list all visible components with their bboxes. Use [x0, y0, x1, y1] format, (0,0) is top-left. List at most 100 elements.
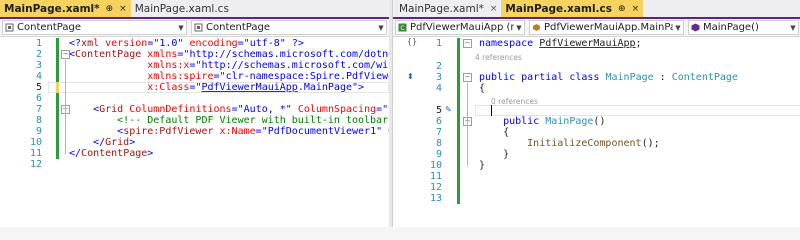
code-token: version: [99, 38, 148, 49]
type-dropdown[interactable]: PdfViewerMauiApp.MainPage ▼: [529, 20, 684, 35]
code-token: ContentPage: [75, 49, 142, 60]
code-token: ?>: [285, 38, 304, 49]
right-navigation-bar: C PdfViewerMauiApp (net7.0-windo ▼ PdfVi…: [393, 19, 800, 37]
left-editor-pane: MainPage.xaml* ⊕ × MainPage.xaml.cs Cont…: [0, 0, 390, 227]
left-navigation-bar: ContentPage ▼ ContentPage ▼: [0, 19, 389, 37]
code-token: {: [479, 127, 510, 138]
code-text: InitializeComponent();: [479, 138, 660, 149]
code-token: <!-- Default PDF Viewer with built-in to…: [69, 115, 390, 126]
code-token: PdfDocumentViewer1: [267, 126, 377, 137]
method-icon: [691, 23, 700, 32]
code-token: </: [69, 148, 82, 159]
left-tab-strip: MainPage.xaml* ⊕ × MainPage.xaml.cs: [0, 0, 389, 19]
pin-icon[interactable]: ⊕: [618, 4, 626, 14]
code-token: PdfViewerMauiApp: [539, 38, 636, 49]
svg-text:C: C: [400, 25, 404, 32]
chevron-down-icon: ▼: [790, 23, 796, 32]
code-token: 1.0: [159, 38, 178, 49]
project-dropdown[interactable]: C PdfViewerMauiApp (net7.0-windo ▼: [395, 20, 525, 35]
code-text: </Grid>: [69, 137, 135, 148]
tab-label: MainPage.xaml.cs: [505, 2, 613, 15]
line-number: 6: [435, 116, 442, 127]
code-line: 9 <spire:PdfViewer x:Name="PdfDocumentVi…: [0, 126, 389, 137]
line-number: 2: [435, 61, 442, 72]
code-token: xmlns: [141, 49, 178, 60]
tab-label: MainPage.xaml.cs: [134, 2, 229, 15]
code-token: <: [69, 104, 100, 115]
close-icon[interactable]: ×: [490, 4, 498, 14]
line-number: 5: [35, 82, 42, 93]
line-number: 9: [35, 126, 42, 137]
code-token: xmlns:spire: [69, 71, 214, 82]
code-token: </: [69, 137, 106, 148]
code-text: {: [479, 83, 485, 94]
code-token: ColumnDefinitions: [123, 104, 232, 115]
code-token: ">: [352, 82, 365, 93]
code-token: Grid: [105, 137, 130, 148]
scope-dropdown[interactable]: ContentPage ▼: [2, 20, 187, 35]
code-token: public: [479, 116, 540, 127]
code-line: 12: [393, 182, 800, 193]
chevron-down-icon: ▼: [178, 23, 184, 32]
code-token: partial: [521, 72, 564, 83]
code-text: }: [479, 160, 485, 171]
code-text: <Grid ColumnDefinitions="Auto, *" Column…: [69, 104, 389, 115]
right-tab-strip: MainPage.xaml* × MainPage.xaml.cs ⊕ ×: [393, 0, 800, 19]
code-text: namespace PdfViewerMauiApp;: [479, 38, 642, 49]
line-number: 3: [435, 72, 442, 83]
line-number: 7: [435, 127, 442, 138]
line-number: 1: [35, 38, 42, 49]
code-line: 5 x:Class="PdfViewerMauiApp.MainPage">: [0, 82, 389, 93]
code-token: ContentPage: [81, 148, 148, 159]
code-line: 11: [393, 171, 800, 182]
code-text: xmlns:x="http://schemas.microsoft.com/wi…: [69, 60, 389, 71]
tab-mainpage-xaml-cs[interactable]: MainPage.xaml.cs ⊕ ×: [501, 0, 644, 17]
code-text: <spire:PdfViewer x:Name="PdfDocumentView…: [69, 126, 389, 137]
member-dropdown[interactable]: MainPage() ▼: [688, 20, 799, 35]
tab-mainpage-xaml[interactable]: MainPage.xaml* ×: [395, 0, 502, 17]
tab-label: MainPage.xaml*: [4, 2, 100, 15]
line-number: 2: [35, 49, 42, 60]
member-dropdown[interactable]: ContentPage ▼: [191, 20, 387, 35]
code-token: ;: [635, 38, 642, 49]
code-token: ();: [641, 138, 660, 149]
code-line: 1 <?xml version="1.0" encoding="utf-8" ?>: [0, 38, 389, 49]
code-text: public MainPage(): [479, 116, 605, 127]
code-token: >: [147, 148, 154, 159]
code-token: <: [69, 126, 124, 137]
pin-icon[interactable]: ⊕: [106, 4, 114, 14]
close-icon[interactable]: ×: [632, 4, 640, 14]
project-dropdown-value: PdfViewerMauiApp (net7.0-windo: [410, 22, 514, 33]
line-number: 12: [429, 182, 442, 193]
line-number: 4: [35, 71, 42, 82]
class-icon: [533, 24, 540, 31]
code-token: http://schemas.microsoft.com/dotnet/2021…: [189, 49, 389, 60]
code-line: 4 xmlns:spire="clr-namespace:Spire.PdfVi…: [0, 71, 389, 82]
code-line: 3 xmlns:x="http://schemas.microsoft.com/…: [0, 60, 389, 71]
line-number: 7: [35, 104, 42, 115]
code-token: x:Class: [69, 82, 190, 93]
code-token: PdfViewerMauiApp: [201, 82, 298, 93]
code-line: 4{: [393, 83, 800, 94]
tab-mainpage-xaml-cs[interactable]: MainPage.xaml.cs: [130, 0, 233, 17]
line-number: 11: [429, 171, 442, 182]
code-token: encoding: [183, 38, 238, 49]
code-line: 10}: [393, 160, 800, 171]
type-dropdown-value: PdfViewerMauiApp.MainPage: [544, 22, 673, 33]
code-line: 13: [393, 193, 800, 204]
code-token: MainPage: [545, 116, 594, 127]
line-number: 6: [35, 93, 42, 104]
code-token: http://schemas.microsoft.com/winfx/2009: [201, 60, 389, 71]
code-token: xml: [81, 38, 100, 49]
line-number: 5: [435, 105, 442, 116]
close-icon[interactable]: ×: [119, 4, 127, 14]
code-text: x:Class="PdfViewerMauiApp.MainPage">: [69, 82, 364, 93]
code-token: x:Name: [213, 126, 256, 137]
tab-mainpage-xaml[interactable]: MainPage.xaml* ⊕ ×: [0, 0, 131, 17]
code-text: <ContentPage xmlns="http://schemas.micro…: [69, 49, 389, 60]
xaml-code-editor[interactable]: − −1 <?xml version="1.0" encoding="utf-8" …: [0, 37, 389, 227]
tab-label: MainPage.xaml*: [399, 2, 484, 15]
csharp-code-editor[interactable]: − − −4 references 0 references{} ⬍ ✎ 1 namespac…: [393, 37, 800, 227]
code-token: {: [479, 83, 486, 94]
line-number: 1: [435, 38, 442, 49]
